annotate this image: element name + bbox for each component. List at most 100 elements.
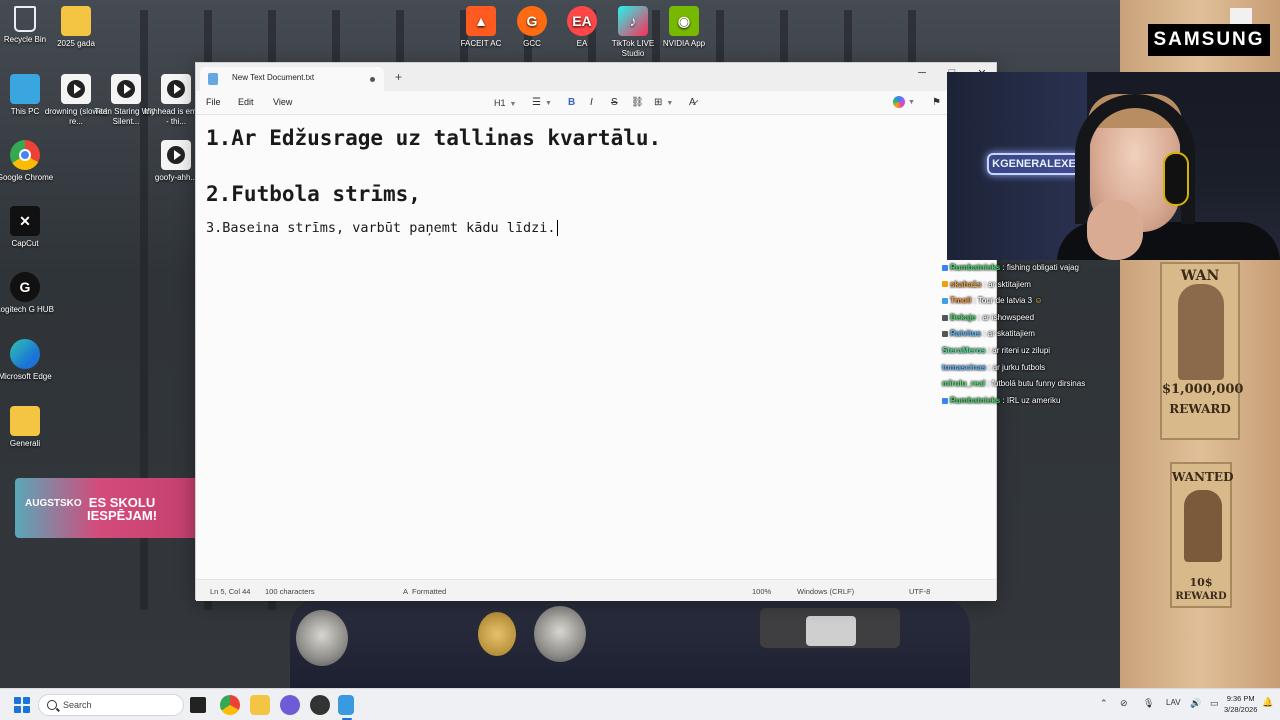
tab-document[interactable]: New Text Document.txt: [200, 67, 384, 91]
character-count: 100 characters: [265, 587, 315, 596]
desktop-icon-generali[interactable]: Generali: [0, 406, 57, 449]
battery-icon[interactable]: ▭: [1210, 698, 1219, 709]
desktop-icon-label: 2025 gada: [57, 39, 95, 48]
table-dropdown[interactable]: ⊞ ▼: [654, 96, 673, 110]
italic-icon[interactable]: I: [590, 96, 593, 110]
chat-message: SteraMeros : ar riteni uz zilupi: [942, 345, 1051, 355]
menu-file[interactable]: File: [206, 97, 221, 107]
wallpaper-badge-gold: [478, 612, 516, 656]
desktop-icon-logitech[interactable]: G Logitech G HUB: [0, 272, 57, 315]
strikethrough-icon[interactable]: S: [611, 96, 618, 110]
chevron-down-icon[interactable]: ▼: [908, 96, 915, 110]
windows-logo-icon: [14, 697, 21, 704]
wanted-poster: WAN $1,000,000 REWARD: [1160, 262, 1243, 440]
language-indicator[interactable]: LAV: [1166, 698, 1181, 707]
wanted-poster: WANTED 10$ REWARD: [1170, 462, 1233, 608]
notepad-window: New Text Document.txt + ─ □ ✕ File Edit …: [195, 62, 997, 601]
copilot-icon[interactable]: [893, 96, 905, 108]
video-file-icon: [161, 140, 191, 170]
promo-banner: AUGSTSKO ES SKOLU IESPĒJAM!: [15, 478, 201, 538]
title-bar: New Text Document.txt + ─ □ ✕: [196, 63, 996, 91]
microphone-icon[interactable]: 🎙: [1143, 698, 1154, 709]
link-icon[interactable]: ⛓: [631, 96, 644, 110]
chat-message: Dekaje : ar ishowspeed: [942, 310, 1132, 327]
cursor-position: Ln 5, Col 44: [210, 587, 251, 596]
text-editor[interactable]: 1.Ar Edžusrage uz tallinas kvartālu. 2.F…: [196, 116, 996, 579]
bold-icon[interactable]: B: [568, 96, 575, 110]
poster-reward: REWARD: [1175, 591, 1227, 602]
nvidia-icon: ◉: [669, 6, 699, 36]
start-button[interactable]: [14, 697, 30, 713]
folder-icon: [61, 6, 91, 36]
editor-line-text: 3.Baseina strīms, varbūt paņemt kādu līd…: [206, 220, 556, 236]
poster-title: WAN: [1180, 268, 1220, 284]
chat-message: Raivitus : ar skatitajiem: [942, 326, 1132, 343]
monitor-icon: [10, 74, 40, 104]
chat-text: IRL uz ameriku: [1006, 395, 1061, 405]
desktop-icon-label: TikTok LIVE Studio: [611, 39, 655, 58]
badge-icon: [942, 298, 948, 305]
folder-icon: [10, 406, 40, 436]
format-mode-label: Formatted: [412, 587, 447, 596]
desktop-icon-label: Recycle Bin: [3, 35, 47, 44]
wallpaper-buckle: [806, 616, 856, 646]
speaker-icon[interactable]: 🔊: [1190, 698, 1201, 709]
chrome-taskbar-icon[interactable]: [220, 695, 240, 715]
badge-icon: [942, 264, 948, 271]
clear-formatting-icon[interactable]: A̷: [689, 96, 696, 110]
file-explorer-icon[interactable]: [250, 695, 270, 715]
badge-icon: [942, 314, 948, 321]
chat-message: Tmoll : Tour de latvia 3 ☺: [942, 293, 1132, 310]
search-placeholder: Search: [63, 700, 92, 710]
encoding[interactable]: UTF-8: [909, 587, 930, 596]
chrome-icon: [10, 140, 40, 170]
chat-text: ar skatitajiem: [987, 329, 1035, 339]
tab-title: New Text Document.txt: [232, 73, 315, 82]
clock-time: 9:36 PM: [1226, 694, 1255, 703]
network-icon[interactable]: ⊘: [1120, 698, 1128, 709]
chevron-down-icon: ▼: [509, 101, 517, 108]
desktop-icon-label: Generali: [9, 439, 41, 448]
chat-message: skaha1s : ar sktitajiem: [942, 277, 1132, 294]
video-file-icon: [161, 74, 191, 104]
desktop-icon-2025-gada[interactable]: 2025 gada: [44, 6, 108, 49]
chat-username: mīrulu_real: [942, 379, 986, 389]
recycle-bin-icon: [14, 6, 36, 32]
file-icon[interactable]: [1230, 8, 1252, 24]
clock[interactable]: 9:36 PM 3/28/2026: [1224, 693, 1257, 715]
editor-line: 1.Ar Edžusrage uz tallinas kvartālu.: [206, 126, 662, 150]
banner-line: IESPĒJAM!: [87, 508, 158, 523]
zoom-level[interactable]: 100%: [752, 587, 771, 596]
obs-icon[interactable]: [310, 695, 330, 715]
wallpaper-badge: [296, 610, 348, 666]
chevron-down-icon: ▼: [544, 100, 552, 107]
tray-chevron-up-icon[interactable]: ⌃: [1100, 698, 1108, 709]
video-file-icon: [61, 74, 91, 104]
notepad-taskbar-icon[interactable]: [338, 695, 354, 715]
menu-edit[interactable]: Edit: [238, 97, 254, 107]
discord-icon[interactable]: [280, 695, 300, 715]
banner-text-main: ES SKOLU IESPĒJAM!: [87, 496, 157, 522]
menu-view[interactable]: View: [273, 97, 292, 107]
line-endings[interactable]: Windows (CRLF): [797, 587, 854, 596]
chat-text: futbolā butu funny dirsinas: [991, 379, 1086, 389]
desktop-icon-capcut[interactable]: ✕ CapCut: [0, 206, 57, 249]
notifications-icon[interactable]: 🔔: [1262, 697, 1273, 708]
desktop-icon-edge[interactable]: Microsoft Edge: [0, 339, 57, 382]
badge-icon: [942, 331, 948, 338]
desktop-icon-nvidia[interactable]: ◉ NVIDIA App: [652, 6, 716, 49]
heading-dropdown[interactable]: H1 ▼: [494, 96, 516, 110]
minimize-icon[interactable]: ─: [912, 67, 932, 79]
samsung-logo: SAMSUNG: [1148, 24, 1270, 56]
chat-text: ar ishowspeed: [982, 312, 1035, 322]
format-mode[interactable]: A Formatted: [403, 587, 446, 596]
desktop-icon-google-chrome[interactable]: Google Chrome: [0, 140, 57, 183]
feedback-icon[interactable]: ⚑: [932, 96, 941, 110]
capcut-icon: ✕: [10, 206, 40, 236]
text-caret: [556, 220, 558, 236]
list-dropdown[interactable]: ☰ ▼: [532, 96, 552, 110]
unsaved-dot-icon[interactable]: [370, 77, 375, 82]
new-tab-plus-icon[interactable]: +: [395, 70, 402, 84]
task-view-icon[interactable]: [190, 697, 206, 713]
taskbar-search[interactable]: Search: [38, 694, 184, 716]
